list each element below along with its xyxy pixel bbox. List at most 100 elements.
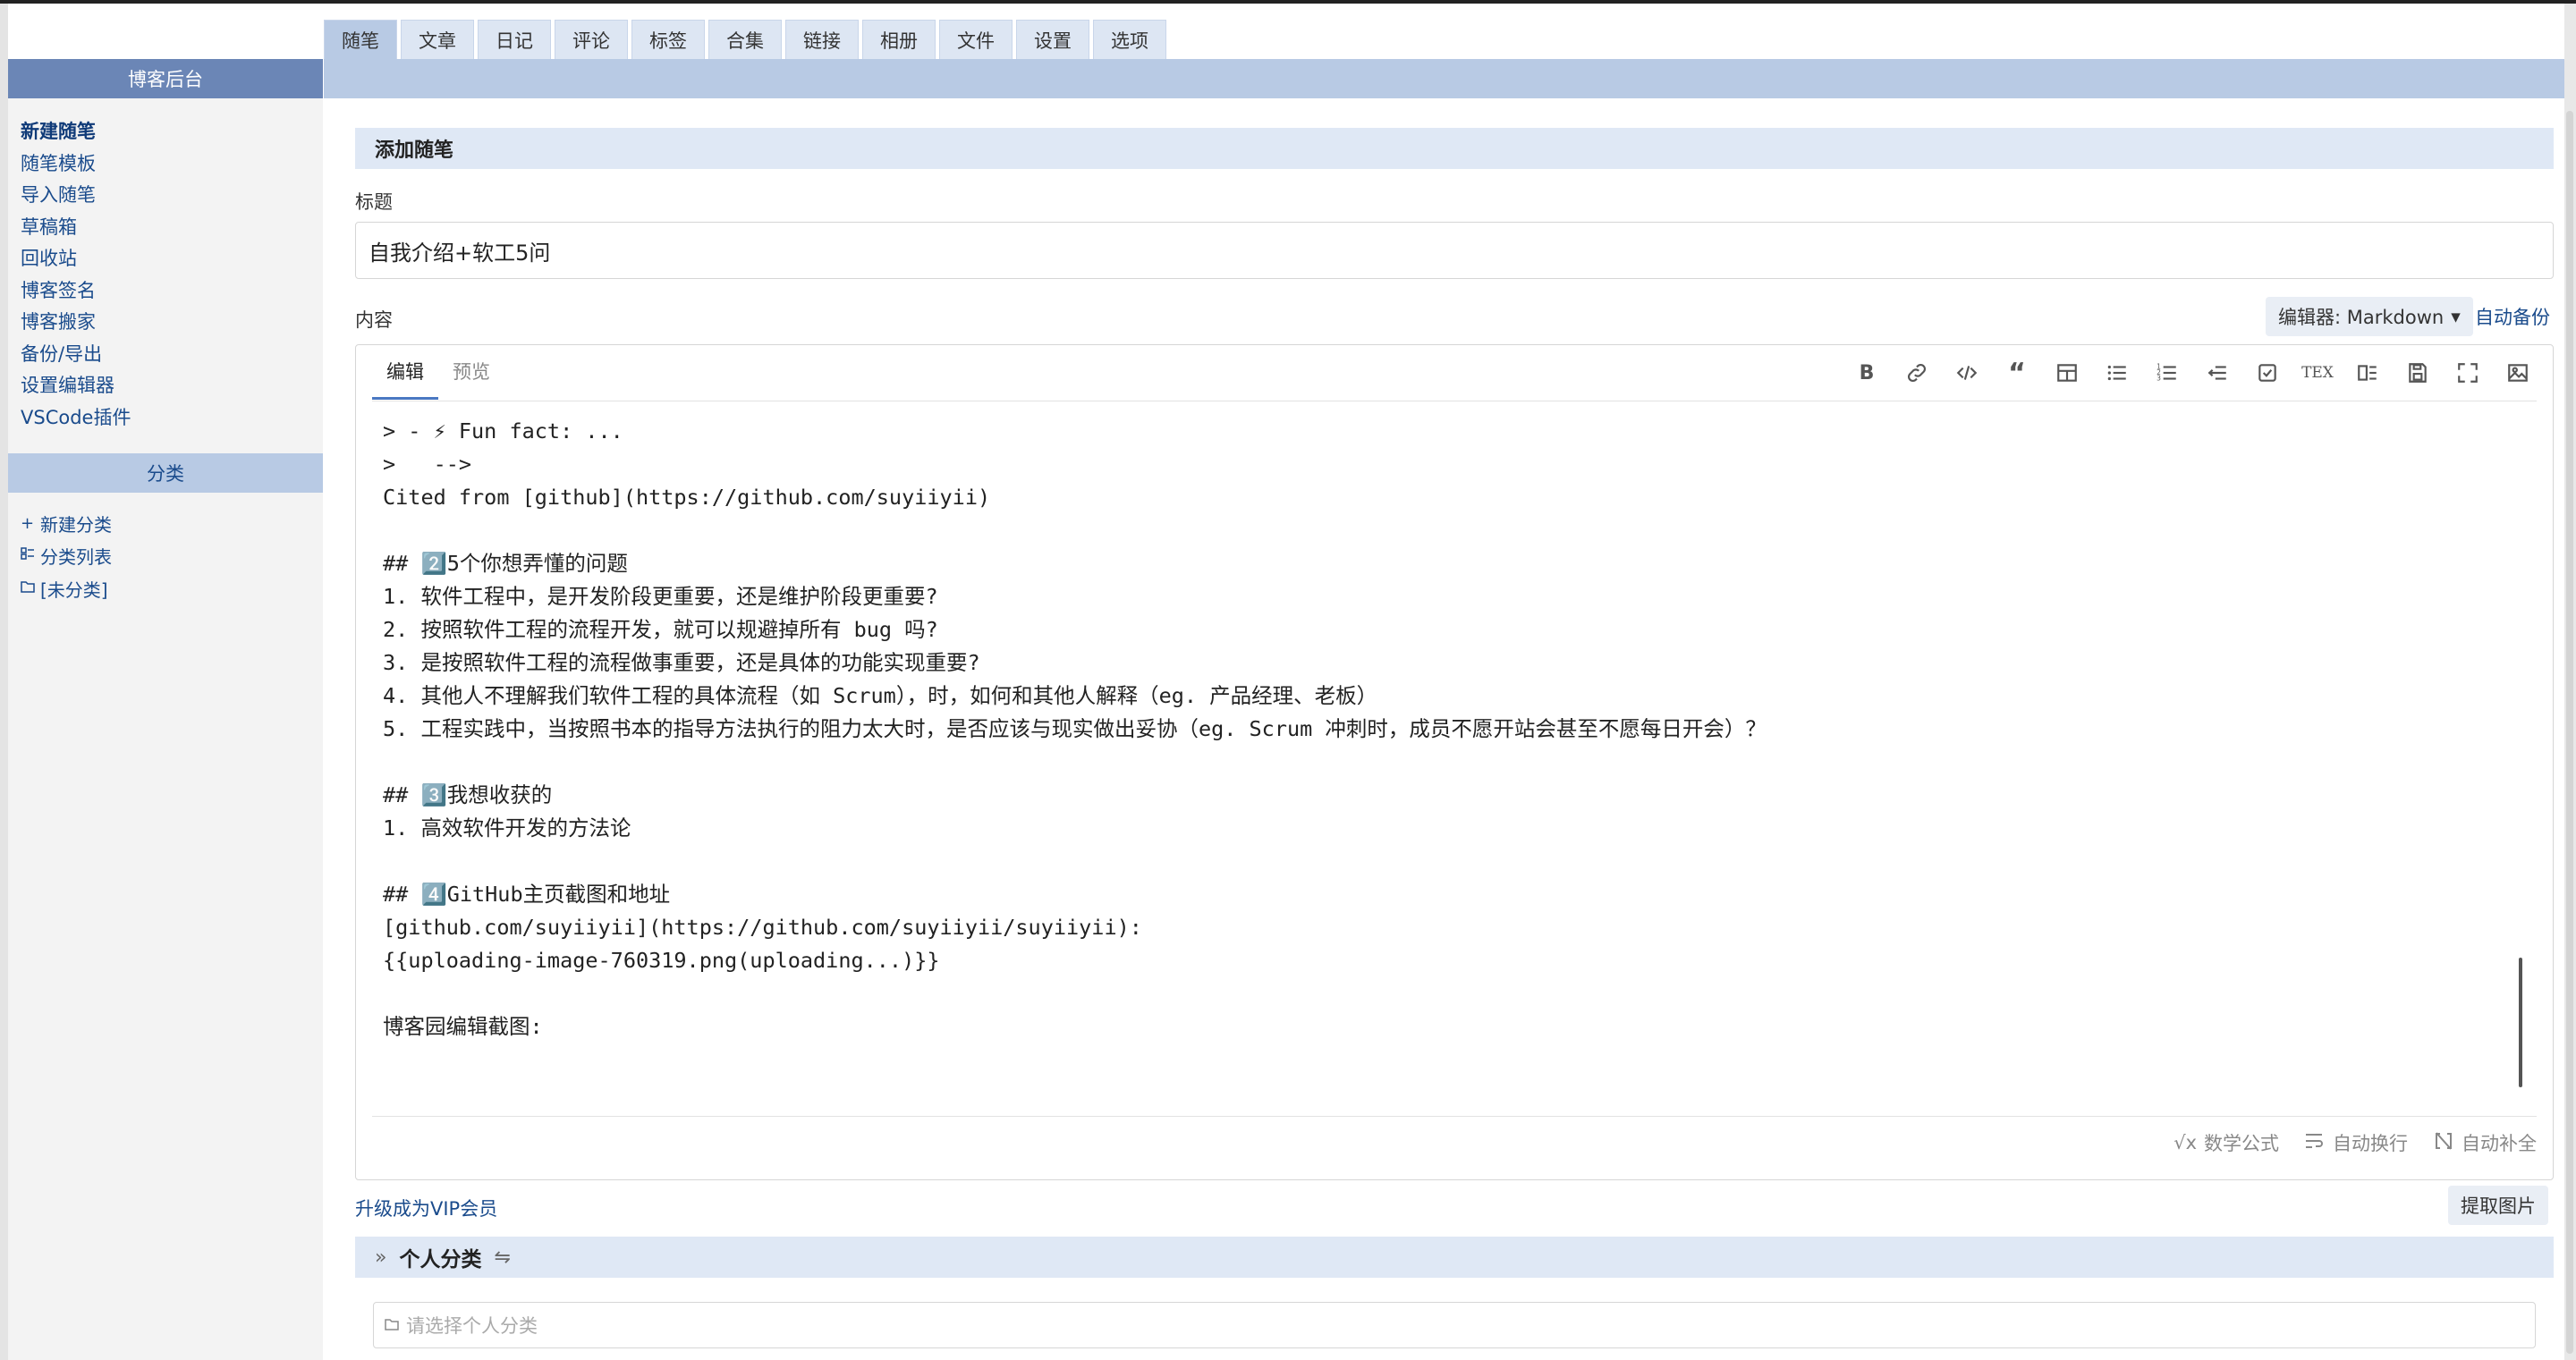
image-icon[interactable] <box>2499 354 2537 392</box>
tab-articles[interactable]: 文章 <box>401 20 474 60</box>
sidebar-link-blog-signature[interactable]: 博客签名 <box>21 275 323 308</box>
bold-icon[interactable]: B <box>1848 354 1885 392</box>
tab-options[interactable]: 选项 <box>1093 20 1166 60</box>
code-line: 3. 是按照软件工程的流程做事重要，还是具体的功能实现重要? <box>383 650 980 675</box>
tab-settings[interactable]: 设置 <box>1016 20 1089 60</box>
markdown-text-area[interactable]: > - ⚡ Fun fact: ... > --> Cited from [gi… <box>383 415 2517 1094</box>
sqrt-icon: √x <box>2174 1132 2197 1153</box>
word-wrap-label: 自动换行 <box>2333 1133 2408 1154</box>
category-links: + 新建分类 分类列表 [未分类] <box>8 493 323 605</box>
editor-statusbar: √x 数学公式 自动换行 自动补全 <box>2174 1129 2537 1156</box>
title-input[interactable] <box>355 222 2554 279</box>
code-line: 5. 工程实践中，当按照书本的指导方法执行的阻力太大时，是否应该与现实做出妥协（… <box>383 716 1767 741</box>
code-line: 4. 其他人不理解我们软件工程的具体流程（如 Scrum），时，如何和其他人解释… <box>383 683 1378 708</box>
tab-collections[interactable]: 合集 <box>708 20 782 60</box>
sidebar-link-new-post[interactable]: 新建随笔 <box>21 116 323 148</box>
wrap-icon <box>2304 1131 2326 1155</box>
fullscreen-icon[interactable] <box>2449 354 2487 392</box>
word-wrap-toggle[interactable]: 自动换行 <box>2304 1129 2408 1156</box>
category-link-list[interactable]: 分类列表 <box>21 540 323 573</box>
switch-arrows-icon[interactable]: ⇋ <box>494 1246 510 1269</box>
category-link-label: [未分类] <box>40 579 108 601</box>
sidebar-link-vscode-plugin[interactable]: VSCode插件 <box>21 402 323 435</box>
page-scrollbar-thumb[interactable] <box>2566 111 2573 1354</box>
table-icon[interactable] <box>2048 354 2086 392</box>
toc-icon[interactable] <box>2349 354 2386 392</box>
section-title: 添加随笔 <box>355 128 2554 169</box>
tex-icon[interactable]: TEX <box>2299 354 2336 392</box>
code-line: 1. 高效软件开发的方法论 <box>383 815 631 840</box>
tab-comments[interactable]: 评论 <box>555 20 628 60</box>
sidebar-link-post-template[interactable]: 随笔模板 <box>21 148 323 181</box>
autocomplete-off-icon <box>2433 1130 2454 1156</box>
editor-tabs: 编辑 预览 <box>372 345 504 401</box>
plus-icon: + <box>21 513 35 533</box>
tab-posts[interactable]: 随笔 <box>324 20 397 60</box>
sidebar-link-blog-migration[interactable]: 博客搬家 <box>21 307 323 339</box>
caret-down-icon: ▾ <box>2451 306 2461 327</box>
sidebar-header: 博客后台 <box>8 59 323 98</box>
editor-type-select[interactable]: 编辑器: Markdown ▾ <box>2266 297 2473 336</box>
code-line: Cited from [github](https://github.com/s… <box>383 485 991 510</box>
sidebar-links: 新建随笔 随笔模板 导入随笔 草稿箱 回收站 博客签名 博客搬家 备份/导出 设… <box>8 98 323 434</box>
folder-icon <box>21 579 40 598</box>
personal-category-select[interactable]: 请选择个人分类 <box>373 1302 2536 1348</box>
editor-status-divider <box>372 1116 2537 1117</box>
extract-images-button[interactable]: 提取图片 <box>2448 1186 2548 1225</box>
sidebar-link-drafts[interactable]: 草稿箱 <box>21 212 323 244</box>
svg-text:3: 3 <box>2157 375 2161 383</box>
code-icon[interactable] <box>1948 354 1986 392</box>
folder-icon <box>385 1314 399 1336</box>
editor-tab-edit[interactable]: 编辑 <box>372 345 438 400</box>
editor-tab-preview[interactable]: 预览 <box>438 345 504 397</box>
tab-tags[interactable]: 标签 <box>631 20 705 60</box>
list-icon <box>21 546 40 565</box>
markdown-editor: 编辑 预览 B “ 123 TEX > - ⚡ Fun fact: ... > … <box>355 344 2554 1180</box>
autocomplete-toggle[interactable]: 自动补全 <box>2433 1129 2537 1156</box>
main-content: 添加随笔 标题 内容 编辑器: Markdown ▾ 自动备份 编辑 预览 B … <box>324 98 2564 1360</box>
code-line: ## 3️⃣我想收获的 <box>383 782 553 807</box>
code-line: > --> <box>383 452 472 477</box>
sidebar: 博客后台 新建随笔 随笔模板 导入随笔 草稿箱 回收站 博客签名 博客搬家 备份… <box>8 59 323 1360</box>
math-formula-label: 数学公式 <box>2204 1133 2279 1154</box>
tab-albums[interactable]: 相册 <box>862 20 936 60</box>
editor-type-label: 编辑器: Markdown <box>2278 307 2445 328</box>
auto-backup-link[interactable]: 自动备份 <box>2475 297 2550 336</box>
sidebar-link-import-posts[interactable]: 导入随笔 <box>21 180 323 212</box>
category-header: 分类 <box>8 453 323 493</box>
content-label: 内容 <box>355 309 393 331</box>
category-link-label: 分类列表 <box>40 546 112 569</box>
sidebar-link-backup-export[interactable]: 备份/导出 <box>21 339 323 371</box>
tab-diary[interactable]: 日记 <box>478 20 551 60</box>
category-link-uncategorized[interactable]: [未分类] <box>21 572 323 605</box>
page-scrollbar[interactable] <box>2564 4 2576 1360</box>
link-icon[interactable] <box>1898 354 1936 392</box>
editor-toolbar: B “ 123 TEX <box>1848 354 2537 392</box>
code-line: > - ⚡ Fun fact: ... <box>383 418 623 443</box>
unordered-list-icon[interactable] <box>2098 354 2136 392</box>
indent-icon[interactable] <box>2199 354 2236 392</box>
code-line: 1. 软件工程中，是开发阶段更重要，还是维护阶段更重要? <box>383 584 938 609</box>
tab-bar-strip <box>324 59 2564 98</box>
math-formula-toggle[interactable]: √x 数学公式 <box>2174 1129 2279 1156</box>
tab-files[interactable]: 文件 <box>939 20 1013 60</box>
tab-links[interactable]: 链接 <box>785 20 859 60</box>
sidebar-link-editor-settings[interactable]: 设置编辑器 <box>21 370 323 402</box>
save-icon[interactable] <box>2399 354 2436 392</box>
code-line: ## 2️⃣5个你想弄懂的问题 <box>383 551 628 576</box>
quote-icon[interactable]: “ <box>1998 354 2036 392</box>
category-link-new[interactable]: + 新建分类 <box>21 507 323 540</box>
ordered-list-icon[interactable]: 123 <box>2148 354 2186 392</box>
upgrade-vip-link[interactable]: 升级成为VIP会员 <box>355 1195 497 1221</box>
collapse-chevron-icon[interactable]: » <box>375 1246 386 1269</box>
category-link-label: 新建分类 <box>40 513 112 536</box>
sidebar-link-recycle-bin[interactable]: 回收站 <box>21 243 323 275</box>
checkbox-icon[interactable] <box>2249 354 2286 392</box>
personal-category-placeholder: 请选择个人分类 <box>406 1315 538 1337</box>
code-line: ## 4️⃣GitHub主页截图和地址 <box>383 882 671 907</box>
editor-scrollbar[interactable] <box>2519 958 2522 1087</box>
personal-category-title: 个人分类 <box>399 1248 482 1271</box>
